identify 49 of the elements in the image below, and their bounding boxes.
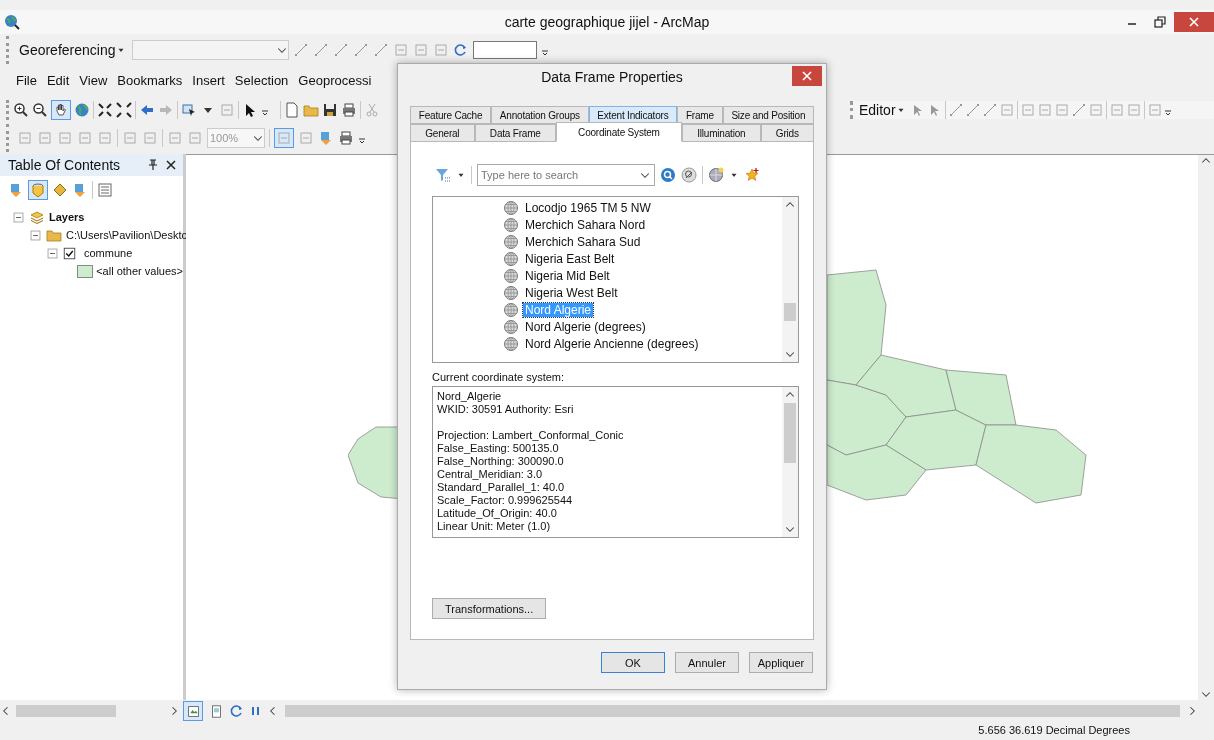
list-item[interactable]: Nord Algerie (degrees): [523, 319, 648, 334]
tab[interactable]: Size and Position: [722, 106, 814, 124]
list-item[interactable]: Merchich Sahara Nord: [523, 217, 648, 232]
tab[interactable]: General: [410, 124, 475, 142]
coordinates-readout: 5.656 36.619 Decimal Degrees: [978, 724, 1130, 736]
detail-line: WKID: 30591 Authority: Esri: [437, 403, 575, 416]
detail-line: False_Northing: 300090.0: [437, 455, 565, 468]
list-item[interactable]: Nigeria East Belt: [523, 251, 617, 266]
tree-label[interactable]: Layers: [49, 211, 85, 223]
tree-label[interactable]: <all other values>: [96, 265, 183, 277]
detail-line: Latitude_Of_Origin: 40.0: [437, 507, 558, 520]
editor-menu[interactable]: Editor: [857, 102, 908, 118]
tab[interactable]: Grids: [760, 124, 814, 142]
list-item[interactable]: Merchich Sahara Sud: [523, 234, 643, 249]
detail-line: Linear Unit: Meter (1.0): [437, 520, 552, 533]
detail-line: Standard_Parallel_1: 40.0: [437, 481, 566, 494]
menu-item[interactable]: Geoprocessi: [298, 72, 372, 88]
tab[interactable]: Annotation Groups: [491, 106, 589, 124]
tab[interactable]: Coordinate System: [555, 122, 682, 142]
list-item[interactable]: Nigeria Mid Belt: [523, 268, 612, 283]
dialog-button[interactable]: OK: [601, 652, 665, 673]
detail-line: Nord_Algerie: [437, 390, 503, 403]
detail-line: Projection: Lambert_Conformal_Conic: [437, 429, 625, 442]
detail-line: Central_Meridian: 3.0: [437, 468, 544, 481]
detail-line: False_Easting: 500135.0: [437, 442, 560, 455]
detail-line: Scale_Factor: 0.999625544: [437, 494, 574, 507]
georeferencing-menu[interactable]: Georeferencing: [17, 42, 128, 58]
transformations-button[interactable]: Transformations...: [432, 598, 547, 619]
tab[interactable]: Feature Cache: [410, 106, 492, 124]
list-item[interactable]: Nord Algerie Ancienne (degrees): [523, 336, 701, 351]
window-title: carte geographique jijel - ArcMap: [504, 14, 710, 30]
list-item[interactable]: Nigeria West Belt: [523, 285, 620, 300]
menu-item[interactable]: Selection: [234, 72, 289, 88]
menu-item[interactable]: Insert: [192, 72, 225, 88]
tree-label[interactable]: C:\Users\Pavilion\Desktc: [66, 229, 188, 241]
menu-item[interactable]: File: [16, 72, 37, 88]
panel-title: Table Of Contents: [8, 157, 122, 173]
menu-item[interactable]: View: [79, 72, 108, 88]
section-label: Current coordinate system:: [432, 371, 566, 383]
dialog-title: Data Frame Properties: [541, 69, 683, 85]
tab[interactable]: Data Frame: [474, 124, 556, 142]
tree-label[interactable]: commune: [84, 247, 133, 259]
list-item[interactable]: Locodjo 1965 TM 5 NW: [523, 200, 653, 215]
tab[interactable]: Illumination: [682, 124, 761, 142]
tab[interactable]: Frame: [677, 106, 723, 124]
dialog-button[interactable]: Annuler: [675, 652, 739, 673]
menu-item[interactable]: Edit: [46, 72, 70, 88]
menu-item[interactable]: Bookmarks: [117, 72, 183, 88]
dialog-button[interactable]: Appliquer: [749, 652, 813, 673]
